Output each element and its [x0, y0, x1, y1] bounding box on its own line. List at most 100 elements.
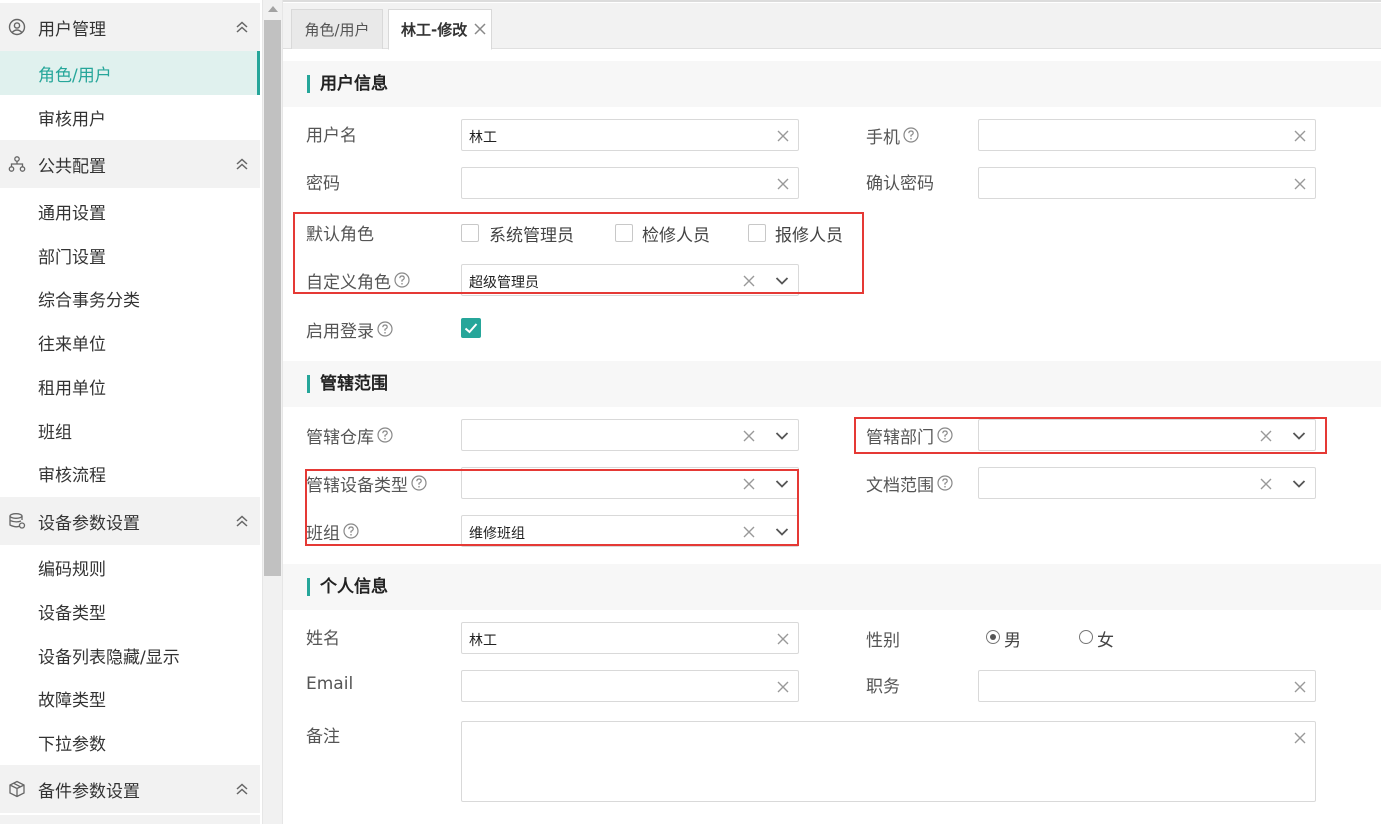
sidebar-item-roles-users[interactable]: 角色/用户 — [0, 51, 260, 95]
help-icon[interactable] — [937, 427, 953, 443]
clear-icon[interactable] — [1294, 130, 1306, 142]
role-option-label: 报修人员 — [775, 226, 843, 246]
remark-textarea[interactable] — [461, 721, 1316, 802]
main-content: 角色/用户 林工-修改 用户信息 用户名 林工 手机 密码 确认密码 默认角色 … — [283, 0, 1381, 824]
doc-scope-label: 文档范围 — [866, 467, 953, 499]
confirm-password-label: 确认密码 — [866, 173, 934, 194]
sidebar-item-teams[interactable]: 班组 — [0, 408, 260, 452]
sidebar-item-dropdown-params[interactable]: 下拉参数 — [0, 720, 260, 764]
clear-icon[interactable] — [1294, 178, 1306, 190]
help-icon[interactable] — [903, 127, 919, 143]
doc-scope-select[interactable] — [978, 467, 1316, 499]
chevron-down-icon[interactable] — [775, 276, 789, 286]
clear-icon[interactable] — [743, 526, 755, 538]
chevron-up-icon[interactable] — [234, 513, 250, 529]
sidebar-group-label: 公共配置 — [38, 156, 106, 177]
scroll-up-arrow-icon[interactable] — [268, 6, 278, 12]
sidebar-item-review-flow[interactable]: 审核流程 — [0, 451, 260, 495]
clear-icon[interactable] — [1294, 681, 1306, 693]
clear-icon[interactable] — [743, 275, 755, 287]
close-icon[interactable] — [473, 22, 487, 36]
gender-radio-female[interactable] — [1079, 630, 1093, 644]
sidebar-item-fault-types[interactable]: 故障类型 — [0, 676, 260, 720]
clear-icon[interactable] — [1294, 732, 1306, 744]
sidebar-item-tenants[interactable]: 租用单位 — [0, 364, 260, 408]
sidebar-item-partners[interactable]: 往来单位 — [0, 320, 260, 364]
username-input[interactable]: 林工 — [461, 119, 799, 151]
sidebar-group-label: 备件参数设置 — [38, 781, 140, 802]
name-input[interactable]: 林工 — [461, 622, 799, 654]
sidebar-item-coding-rules[interactable]: 编码规则 — [0, 545, 260, 589]
chevron-down-icon[interactable] — [775, 479, 789, 489]
chevron-up-icon[interactable] — [234, 781, 250, 797]
chevron-down-icon[interactable] — [775, 527, 789, 537]
gender-radio-male[interactable] — [986, 630, 1000, 644]
section-header-user-info: 用户信息 — [283, 61, 1381, 107]
section-header-personal: 个人信息 — [283, 564, 1381, 610]
department-select[interactable] — [978, 419, 1316, 451]
clear-icon[interactable] — [1260, 478, 1272, 490]
help-icon[interactable] — [343, 523, 359, 539]
chevron-down-icon[interactable] — [1292, 431, 1306, 441]
chevron-up-icon[interactable] — [234, 19, 250, 35]
sidebar-group-label: 设备参数设置 — [38, 513, 140, 534]
scrollbar-thumb[interactable] — [264, 20, 281, 576]
gender-option-label: 男 — [1004, 631, 1021, 651]
sidebar-group-device-params[interactable]: 设备参数设置 — [0, 497, 260, 545]
help-icon[interactable] — [937, 475, 953, 491]
role-checkbox-reporter[interactable] — [748, 224, 766, 242]
device-type-select[interactable] — [461, 467, 799, 499]
chevron-down-icon[interactable] — [775, 431, 789, 441]
sidebar-item-affairs-category[interactable]: 综合事务分类 — [0, 276, 260, 320]
clear-icon[interactable] — [1260, 430, 1272, 442]
sidebar-group-spare-parts-params[interactable]: 备件参数设置 — [0, 765, 260, 813]
help-icon[interactable] — [411, 475, 427, 491]
database-gear-icon — [8, 512, 26, 530]
clear-icon[interactable] — [777, 633, 789, 645]
help-icon[interactable] — [377, 427, 393, 443]
tab-roles-users[interactable]: 角色/用户 — [291, 9, 383, 49]
job-input[interactable] — [978, 670, 1316, 702]
chevron-down-icon[interactable] — [1292, 479, 1306, 489]
name-label: 姓名 — [306, 628, 340, 649]
warehouse-select[interactable] — [461, 419, 799, 451]
role-checkbox-sysadmin[interactable] — [461, 224, 479, 242]
clear-icon[interactable] — [743, 478, 755, 490]
sidebar-item-review-users[interactable]: 审核用户 — [0, 95, 260, 139]
help-icon[interactable] — [394, 272, 410, 288]
chevron-up-icon[interactable] — [234, 156, 250, 172]
email-input[interactable] — [461, 670, 799, 702]
department-label: 管辖部门 — [866, 419, 953, 451]
sidebar-item-device-list-visibility[interactable]: 设备列表隐藏/显示 — [0, 633, 260, 677]
sidebar-item-general-settings[interactable]: 通用设置 — [0, 189, 260, 233]
sidebar-item-device-types[interactable]: 设备类型 — [0, 589, 260, 633]
team-select[interactable]: 维修班组 — [461, 515, 799, 547]
sidebar-group-label: 用户管理 — [38, 19, 106, 40]
device-type-label: 管辖设备类型 — [306, 467, 427, 499]
clear-icon[interactable] — [777, 178, 789, 190]
section-title: 用户信息 — [307, 74, 388, 94]
clear-icon[interactable] — [743, 430, 755, 442]
sidebar-group-public-config[interactable]: 公共配置 — [0, 140, 260, 188]
phone-input[interactable] — [978, 119, 1316, 151]
password-input[interactable] — [461, 167, 799, 199]
custom-role-select[interactable]: 超级管理员 — [461, 264, 799, 296]
sidebar-scrollbar[interactable] — [262, 0, 283, 824]
default-role-label: 默认角色 — [306, 224, 374, 245]
top-divider — [283, 0, 1381, 2]
team-label: 班组 — [306, 515, 359, 547]
enable-login-label: 启用登录 — [306, 313, 393, 345]
tab-bar: 角色/用户 林工-修改 — [283, 3, 1381, 50]
role-checkbox-maintenance[interactable] — [615, 224, 633, 242]
help-icon[interactable] — [377, 321, 393, 337]
confirm-password-input[interactable] — [978, 167, 1316, 199]
section-title: 个人信息 — [307, 577, 388, 597]
enable-login-checkbox[interactable] — [461, 318, 481, 338]
custom-role-label: 自定义角色 — [306, 264, 410, 296]
clear-icon[interactable] — [777, 681, 789, 693]
username-label: 用户名 — [306, 125, 357, 146]
clear-icon[interactable] — [777, 130, 789, 142]
sidebar-group-user-management[interactable]: 用户管理 — [0, 3, 260, 51]
tab-edit-user[interactable]: 林工-修改 — [388, 9, 492, 50]
sidebar-item-department-settings[interactable]: 部门设置 — [0, 233, 260, 277]
